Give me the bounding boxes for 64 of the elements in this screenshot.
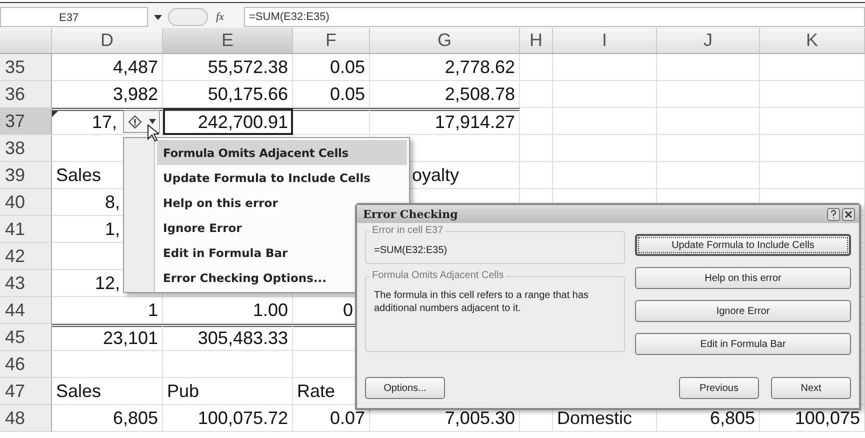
row-header[interactable]: 44 [0, 297, 52, 324]
navigation-button[interactable]: Previous [679, 377, 759, 399]
table-cell: 17,914.27 [370, 108, 520, 135]
dialog-button[interactable]: Ignore Error [635, 300, 851, 322]
empty-cell [520, 108, 553, 135]
row-header[interactable]: 37 [0, 108, 52, 135]
dropdown-caret-icon[interactable] [152, 12, 164, 22]
table-cell: 305,483.33 [163, 324, 293, 351]
navigation-button[interactable]: Next [771, 377, 851, 399]
row-header[interactable]: 46 [0, 351, 52, 378]
menu-title: Formula Omits Adjacent Cells [157, 140, 407, 165]
column-header[interactable]: H [520, 28, 553, 54]
table-cell: 55,572.38 [163, 54, 293, 81]
function-label[interactable]: fx [216, 11, 244, 23]
row-header[interactable]: 38 [0, 135, 52, 162]
group-legend: Error in cell E37 [370, 225, 446, 236]
column-header[interactable]: G [370, 28, 520, 54]
empty-cell [520, 81, 553, 108]
column-header[interactable]: K [760, 28, 865, 54]
error-description: The formula in this cell refers to a range that has additional numbers adjacent to it. [374, 289, 590, 315]
table-cell: 0.05 [293, 81, 370, 108]
formula-text: =SUM(E32:E35) [374, 244, 448, 257]
table-cell: 2,508.78 [370, 81, 520, 108]
error-smart-tag[interactable] [123, 110, 160, 133]
group-legend: Formula Omits Adjacent Cells [370, 270, 506, 281]
row-header[interactable]: 36 [0, 81, 52, 108]
row-header[interactable]: 39 [0, 162, 52, 189]
row-header[interactable]: 43 [0, 270, 52, 297]
column-header[interactable]: F [293, 28, 370, 54]
table-cell: 6,805 [52, 405, 163, 432]
table-cell: 2,778.62 [370, 54, 520, 81]
row-header[interactable]: 42 [0, 243, 52, 270]
column-header[interactable]: E [163, 28, 293, 54]
help-icon[interactable] [827, 208, 840, 220]
table-cell: 100,075.72 [163, 405, 293, 432]
table-cell: 0.05 [293, 54, 370, 81]
table-cell: Sales [52, 378, 163, 405]
column-header[interactable]: I [553, 28, 657, 54]
row-header[interactable]: 47 [0, 378, 52, 405]
dialog-button[interactable]: Help on this error [635, 267, 851, 289]
row-header[interactable]: 41 [0, 216, 52, 243]
row-header[interactable]: 48 [0, 405, 52, 432]
options-button[interactable]: Options... [365, 377, 445, 399]
close-icon[interactable] [842, 208, 855, 220]
table-cell: 50,175.66 [163, 81, 293, 108]
table-cell: Pub [163, 378, 293, 405]
dialog-button[interactable]: Edit in Formula Bar [635, 333, 851, 355]
row-header[interactable]: 40 [0, 189, 52, 216]
table-cell: 1 [52, 297, 163, 324]
formula-field[interactable]: =SUM(E32:E35) [244, 7, 865, 27]
dialog-button[interactable]: Update Formula to Include Cells [635, 234, 851, 256]
dialog-title: Error Checking [363, 208, 458, 220]
diamond-icon [128, 114, 142, 128]
column-header[interactable]: J [657, 28, 760, 54]
column-header[interactable]: D [52, 28, 163, 54]
empty-cell [520, 135, 553, 162]
table-cell: 23,101 [52, 324, 163, 351]
row-header[interactable]: 45 [0, 324, 52, 351]
table-cell: 4,487 [52, 54, 163, 81]
table-cell: 1.00 [163, 297, 293, 324]
name-box[interactable]: E37 [0, 7, 148, 27]
empty-cell [520, 54, 553, 81]
table-cell: 3,982 [52, 81, 163, 108]
row-header[interactable]: 35 [0, 54, 52, 81]
